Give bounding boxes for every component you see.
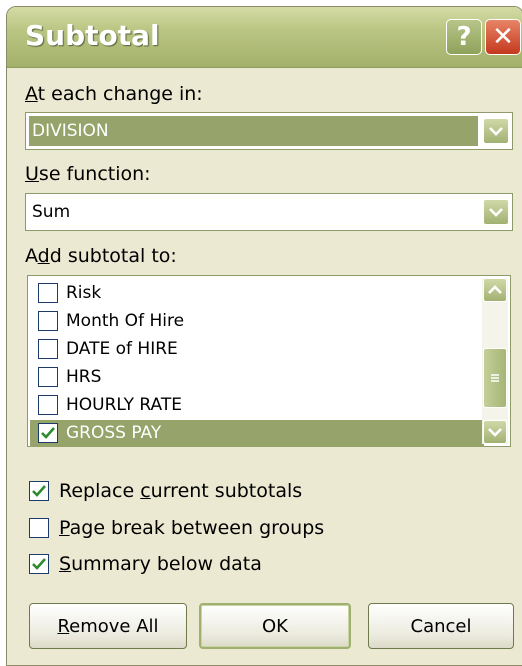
cancel-button[interactable]: Cancel [368,603,514,649]
list-item-label: Month Of Hire [66,311,185,331]
list-item-label: GROSS PAY [66,423,162,443]
dialog-title: Subtotal [25,19,160,52]
grip-icon [491,374,499,382]
list-item-label: Risk [66,283,102,303]
chevron-down-icon [489,208,503,217]
replace-subtotals-checkbox[interactable] [29,481,49,501]
ok-label: OK [262,615,288,637]
chevron-down-icon [489,127,503,136]
change-in-value: DIVISION [32,121,109,141]
list-item-checkbox[interactable] [38,367,58,387]
function-dropdown-button[interactable] [483,199,509,225]
check-icon [32,485,46,497]
close-button[interactable]: ✕ [485,19,521,55]
scroll-thumb[interactable] [483,348,507,408]
page-break-checkbox[interactable] [29,518,49,538]
replace-subtotals-label: Replace current subtotals [59,480,303,502]
page-break-label: Page break between groups [59,517,325,539]
change-in-dropdown-button[interactable] [483,118,509,144]
add-subtotal-label: Add subtotal to: [25,245,177,267]
cancel-label: Cancel [410,615,472,637]
function-value: Sum [32,202,71,222]
close-icon: ✕ [492,22,514,52]
list-item-checkbox[interactable] [38,395,58,415]
chevron-up-icon [488,285,502,294]
add-subtotal-listbox[interactable]: Risk Month Of Hire DATE of HIRE HRS HOUR… [27,275,511,447]
change-in-combobox[interactable]: DIVISION [25,112,513,150]
remove-all-label: Remove All [57,615,159,637]
check-icon [32,558,46,570]
list-item-checkbox[interactable] [38,339,58,359]
summary-below-checkbox[interactable] [29,554,49,574]
list-item-date-of-hire[interactable]: DATE of HIRE [30,336,484,363]
list-item-gross-pay[interactable]: GROSS PAY [30,420,484,447]
help-button[interactable]: ? [446,19,482,55]
summary-below-label: Summary below data [59,553,262,575]
list-item-hrs[interactable]: HRS [30,364,484,391]
help-icon: ? [456,22,472,52]
list-item-checkbox[interactable] [38,283,58,303]
function-label: Use function: [25,163,151,185]
list-item-month-of-hire[interactable]: Month Of Hire [30,308,484,335]
ok-button[interactable]: OK [199,603,351,649]
list-item-hourly-rate[interactable]: HOURLY RATE [30,392,484,419]
list-item-checkbox[interactable] [38,423,58,443]
function-combobox[interactable]: Sum [25,193,513,231]
list-item-label: HRS [66,367,102,387]
list-item-label: DATE of HIRE [66,339,178,359]
remove-all-button[interactable]: Remove All [29,603,187,649]
chevron-down-icon [488,428,502,437]
list-item-checkbox[interactable] [38,311,58,331]
scroll-down-button[interactable] [483,420,507,444]
list-scrollbar[interactable] [482,278,508,444]
subtotal-dialog: Subtotal ? ✕ At each change in: DIVISION… [6,6,522,666]
list-item-risk[interactable]: Risk [30,280,484,307]
check-icon [41,427,55,439]
scroll-up-button[interactable] [483,278,507,302]
list-item-label: HOURLY RATE [66,395,182,415]
title-bar[interactable]: Subtotal ? ✕ [7,7,522,68]
change-in-label: At each change in: [25,83,203,105]
